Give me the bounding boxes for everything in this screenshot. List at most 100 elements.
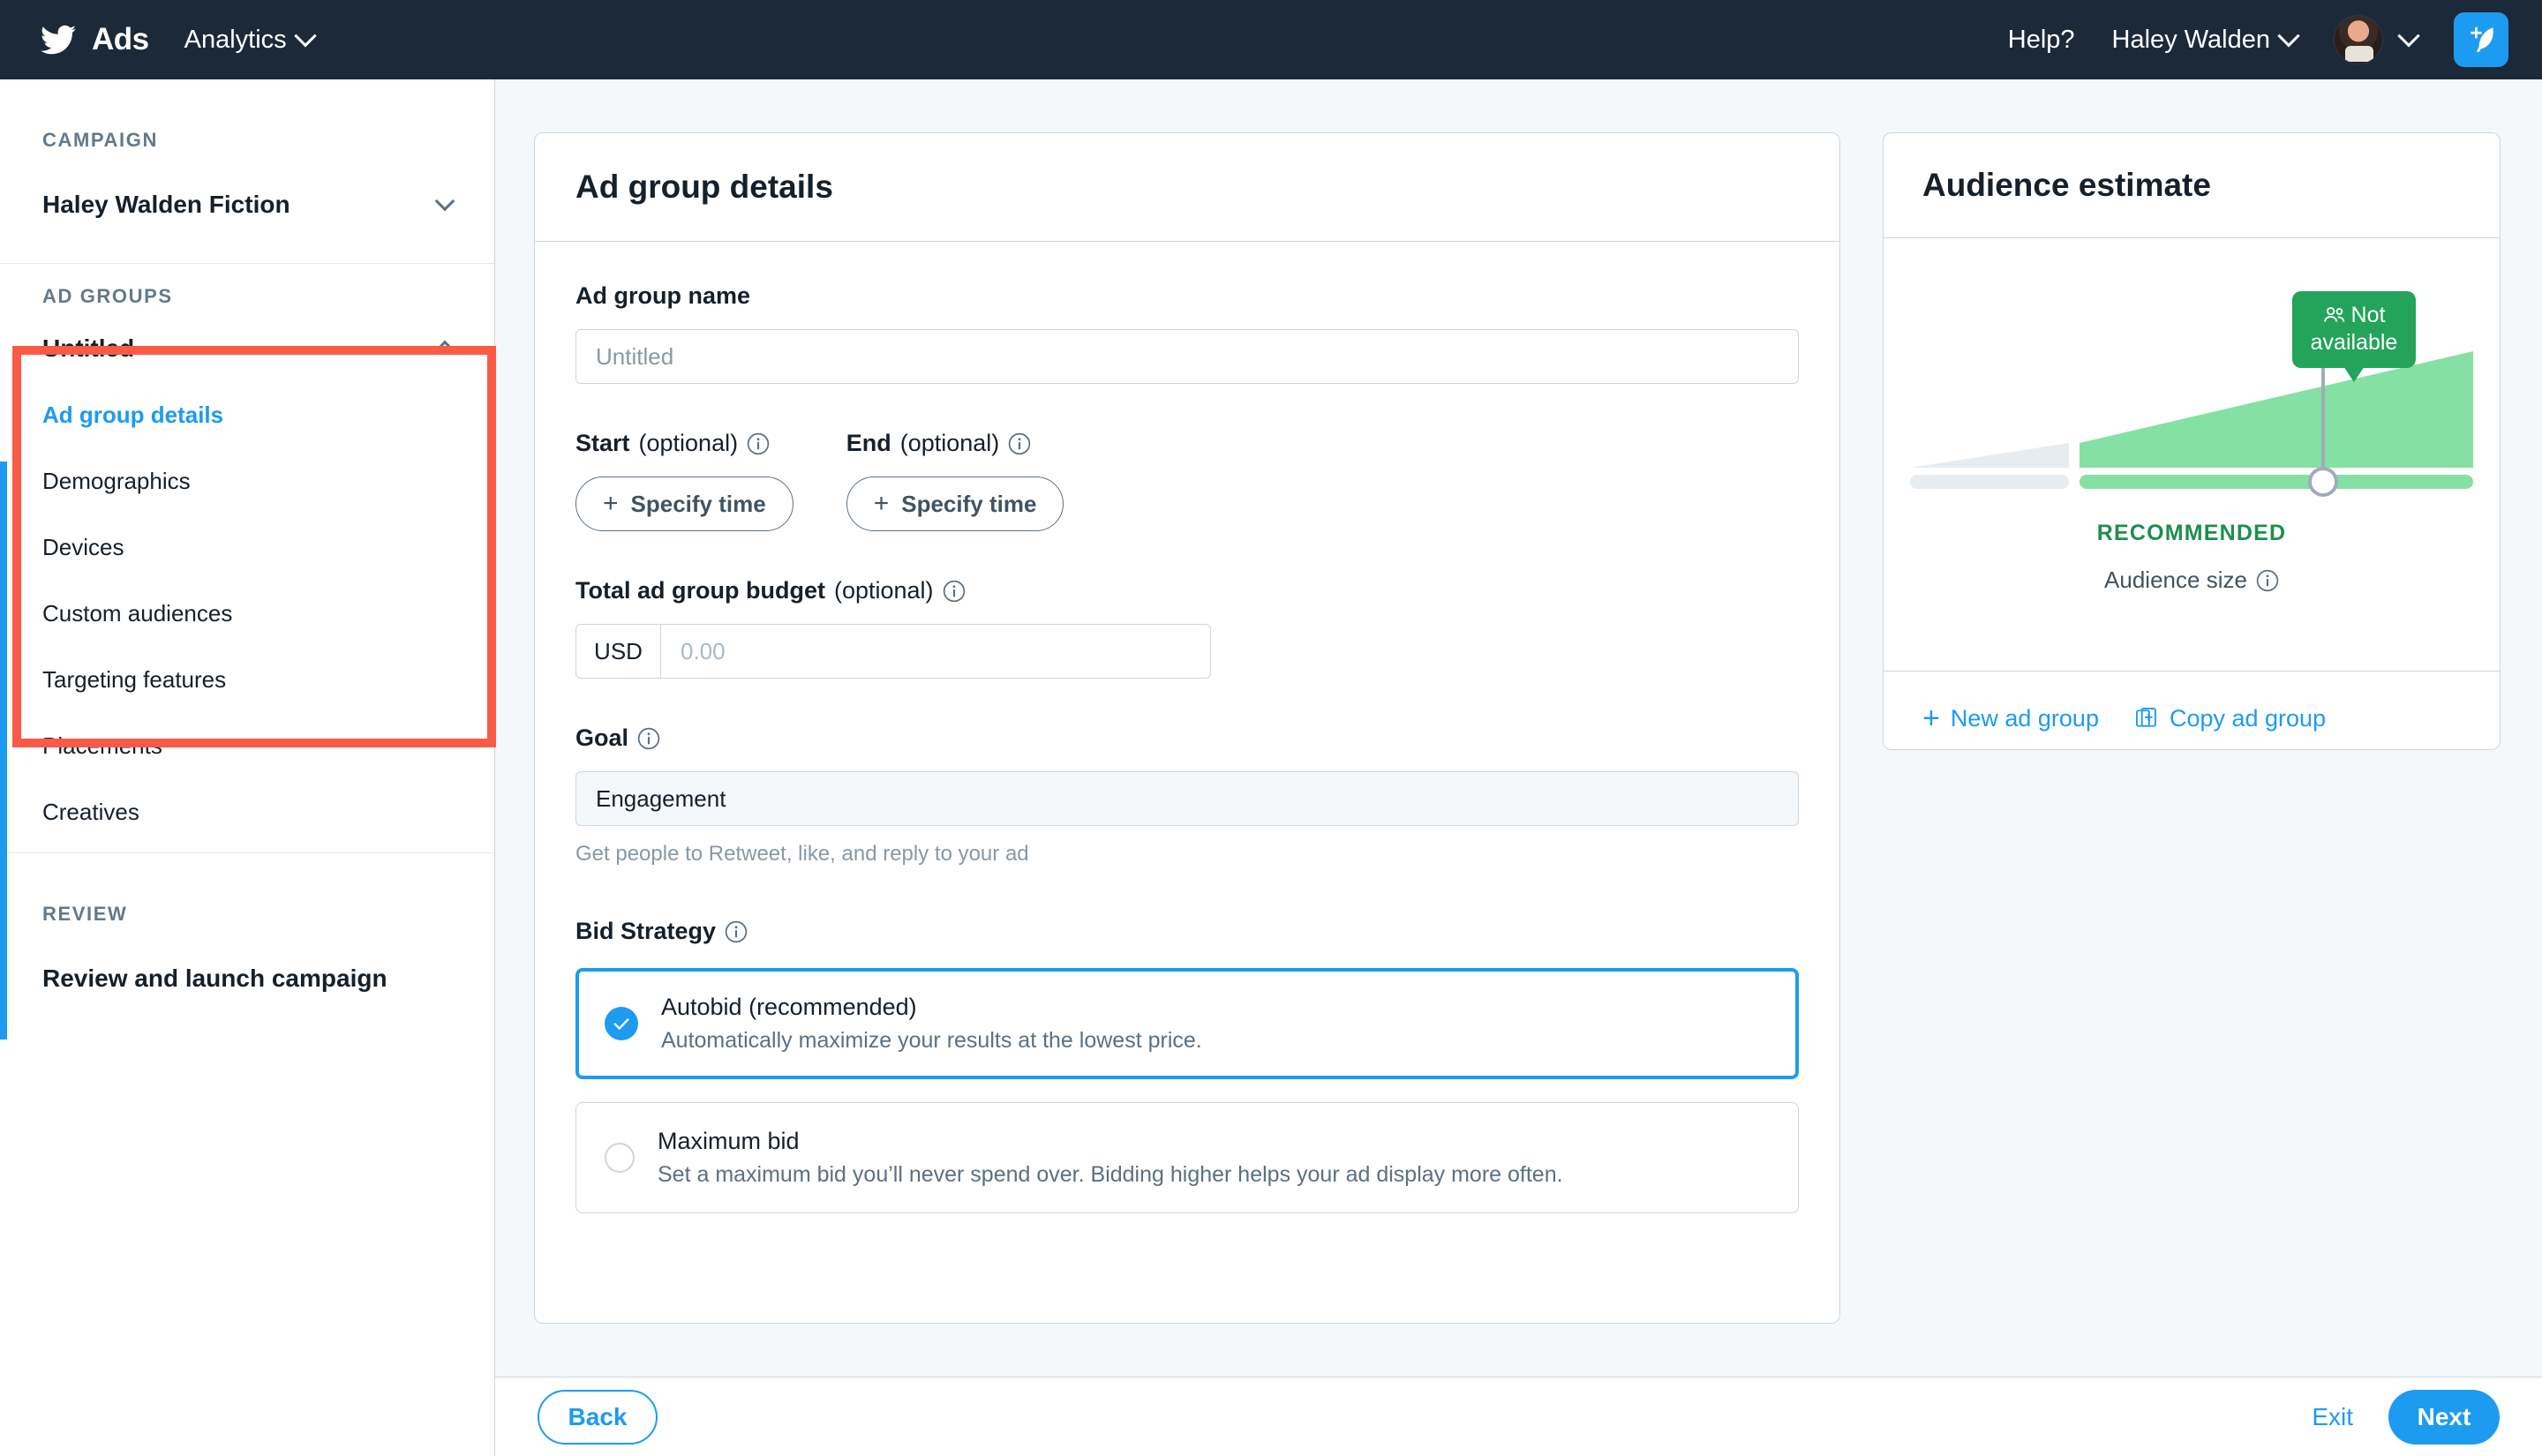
nav-account[interactable]: Haley Walden [2111,25,2300,55]
brand-logo[interactable]: Ads [37,22,149,57]
new-ad-group-label: New ad group [1950,704,2099,732]
sidebar-item-demographics[interactable]: Demographics [42,468,452,495]
info-icon[interactable] [747,432,770,455]
plus-icon: + [873,489,890,518]
sidebar-item-ad-group-details[interactable]: Ad group details [42,402,452,429]
schedule-row: Start (optional) + Specify time End (opt… [575,430,1799,531]
audience-estimate-title: Audience estimate [1922,167,2211,203]
chevron-down-icon [293,25,317,48]
goal-selected-value: Engagement [596,784,726,812]
end-field: End (optional) + Specify time [846,430,1064,531]
budget-currency-label: USD [576,625,661,678]
copy-ad-group-link[interactable]: Copy ad group [2134,705,2326,732]
avatar [2334,15,2383,64]
avatar-menu[interactable] [2334,15,2420,64]
active-section-indicator [0,462,7,1039]
plus-icon: + [1922,702,1940,735]
sidebar-item-creatives[interactable]: Creatives [42,799,452,826]
campaign-section-label: CAMPAIGN [42,129,158,151]
bid-option-autobid[interactable]: Autobid (recommended) Automatically maxi… [575,968,1799,1079]
budget-field: Total ad group budget (optional) USD 0.0… [575,577,1799,679]
check-icon [613,1018,629,1030]
sidebar-item-targeting-features[interactable]: Targeting features [42,666,452,694]
campaign-name: Haley Walden Fiction [42,191,290,218]
sidebar-item-custom-audiences[interactable]: Custom audiences [42,600,452,627]
audience-size-row: Audience size [1884,567,2500,594]
ad-group-name: Untitled [42,334,135,362]
brand-name: Ads [92,22,149,56]
start-field: Start (optional) + Specify time [575,430,793,531]
ad-group-name-input[interactable]: Untitled [575,329,1799,384]
review-section: REVIEW Review and launch campaign [0,853,494,993]
audience-gauge-area: Not available RECOMMENDED Audience size [1884,238,2500,671]
goal-field: Goal Engagement Get people to Retweet, l… [575,724,1799,867]
start-optional-text: (optional) [638,430,739,456]
back-button[interactable]: Back [538,1389,658,1445]
end-specify-time-label: Specify time [901,490,1037,517]
nav-left-group: Ads Analytics [0,22,317,57]
campaign-sidebar: CAMPAIGN Haley Walden Fiction AD GROUPS … [0,79,496,1456]
info-icon[interactable] [943,580,966,603]
footer-right-group: Exit Next [2312,1389,2500,1445]
new-ad-group-link[interactable]: + New ad group [1922,703,2099,733]
budget-label-text: Total ad group budget [575,577,825,604]
goal-select[interactable]: Engagement [575,771,1799,826]
ad-groups-section: AD GROUPS Untitled Ad group details Demo… [0,264,494,852]
chevron-down-icon [2277,25,2300,48]
budget-input-group: USD 0.00 [575,624,1211,679]
nav-account-label: Haley Walden [2111,25,2270,54]
goal-label: Goal [575,724,1799,752]
bid-option-maximum-bid-desc: Set a maximum bid you’ll never spend ove… [658,1162,1563,1187]
nav-help[interactable]: Help? [2008,26,2075,55]
bid-option-autobid-text: Autobid (recommended) Automatically maxi… [661,994,1202,1054]
budget-label: Total ad group budget (optional) [575,577,1799,604]
goal-label-text: Goal [575,724,629,751]
nav-help-label: Help? [2007,25,2075,54]
twitter-ads-app: Ads Analytics Help? Haley Walden CAMPAIG… [0,0,2542,1456]
audience-status-badge: RECOMMENDED [2096,521,2287,545]
audience-estimate-card: Audience estimate Not available RECOMMEN… [1883,132,2501,750]
bid-strategy-field: Bid Strategy Autobid (recommended) Autom… [575,918,1799,1213]
audience-card-footer: + New ad group Copy ad group [1884,671,2500,765]
compose-tweet-button[interactable] [2454,12,2508,67]
copy-ad-group-label: Copy ad group [2169,704,2327,732]
card-header: Ad group details [535,133,1839,242]
plus-icon: + [603,489,619,518]
sidebar-item-review-launch[interactable]: Review and launch campaign [42,964,452,993]
copy-icon [2135,707,2156,727]
nav-analytics[interactable]: Analytics [184,25,317,55]
info-icon[interactable] [637,727,660,750]
ad-groups-box: AD GROUPS Untitled Ad group details Demo… [0,264,494,852]
compose-tweet-icon [2471,26,2493,52]
sidebar-item-devices[interactable]: Devices [42,534,452,561]
review-section-label: REVIEW [42,903,128,925]
ad-group-details-card: Ad group details Ad group name Untitled … [534,132,1840,1324]
start-label-text: Start [575,430,630,456]
bubble-tail [2343,365,2365,382]
bid-option-autobid-title: Autobid (recommended) [661,994,917,1020]
next-button[interactable]: Next [2388,1389,2500,1445]
people-icon [2323,307,2344,322]
bid-option-autobid-desc: Automatically maximize your results at t… [661,1028,1202,1053]
end-label-text: End [846,430,891,456]
end-specify-time-button[interactable]: + Specify time [846,477,1064,531]
info-icon[interactable] [2256,569,2279,592]
nav-right-group: Help? Haley Walden [2008,12,2542,67]
bid-strategy-label: Bid Strategy [575,918,1799,945]
bid-option-maximum-bid-title: Maximum bid [658,1128,800,1154]
ad-group-untitled-header[interactable]: Untitled [42,334,455,363]
ad-groups-section-label: AD GROUPS [42,285,173,307]
chevron-up-icon [434,340,455,361]
bid-strategy-label-text: Bid Strategy [575,918,717,944]
start-specify-time-button[interactable]: + Specify time [575,477,793,531]
end-optional-text: (optional) [899,430,1000,456]
audience-card-header: Audience estimate [1884,133,2500,238]
exit-link[interactable]: Exit [2312,1403,2353,1431]
budget-amount-input[interactable]: 0.00 [661,625,1210,678]
bid-option-maximum-bid[interactable]: Maximum bid Set a maximum bid you’ll nev… [575,1102,1799,1213]
sidebar-item-placements[interactable]: Placements [42,732,452,760]
info-icon[interactable] [725,920,748,943]
info-icon[interactable] [1008,432,1031,455]
budget-optional-text: (optional) [833,577,934,604]
campaign-selector[interactable]: Haley Walden Fiction [0,191,494,219]
